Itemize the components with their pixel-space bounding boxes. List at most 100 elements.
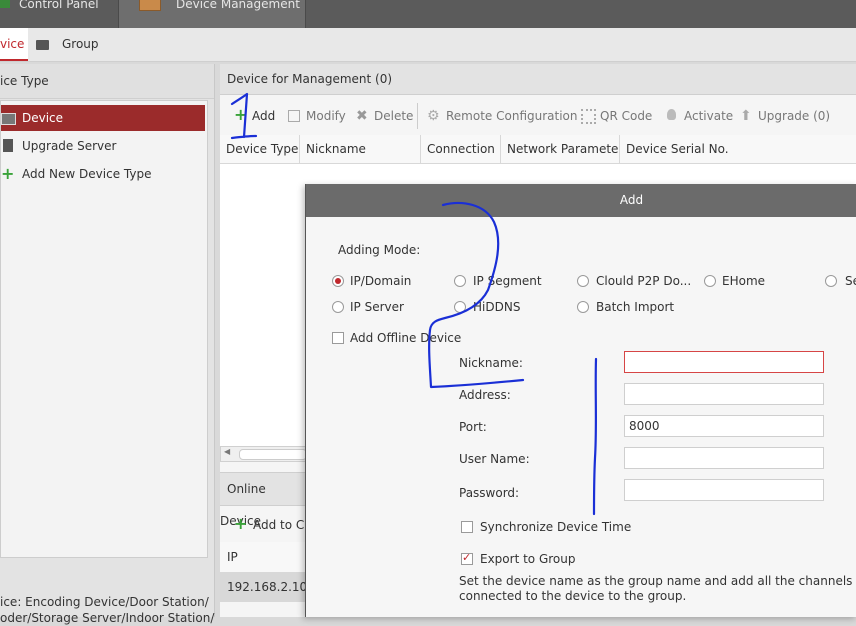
tab-control-panel[interactable]: Control Panel bbox=[0, 0, 112, 28]
device-type-item-upgrade-server[interactable]: Upgrade Server bbox=[1, 133, 205, 159]
radio[interactable] bbox=[454, 301, 466, 313]
address-label: Address: bbox=[459, 388, 511, 402]
column-label: Device Serial No. bbox=[626, 142, 729, 156]
synchronize-time-label: Synchronize Device Time bbox=[480, 520, 632, 534]
gear-icon: ⚙ bbox=[427, 108, 440, 124]
remote-configuration-button[interactable]: ⚙ Remote Configuration bbox=[427, 97, 578, 135]
add-button-label: Add bbox=[252, 109, 276, 123]
mode-batch-import-label: Batch Import bbox=[596, 300, 675, 314]
add-device-dialog: Add Adding Mode: IP/Domain IP Segment Cl… bbox=[305, 184, 856, 617]
device-management-icon bbox=[139, 0, 161, 11]
device-type-header: ice Type bbox=[0, 64, 214, 99]
column-ip[interactable]: IP bbox=[220, 550, 238, 564]
device-icon bbox=[1, 113, 16, 125]
checkbox[interactable] bbox=[332, 332, 344, 344]
mode-ip-segment-label: IP Segment bbox=[473, 274, 542, 288]
delete-button-label: Delete bbox=[374, 109, 414, 123]
radio[interactable] bbox=[454, 275, 466, 287]
radio[interactable] bbox=[577, 275, 589, 287]
horizontal-scrollbar[interactable]: ◀ bbox=[220, 446, 308, 462]
tab-device-management[interactable]: Device Management bbox=[118, 0, 306, 28]
column-label: Network Parameters bbox=[507, 142, 620, 156]
scroll-left-icon[interactable]: ◀ bbox=[224, 447, 230, 456]
device-type-note-line2: oder/Storage Server/Indoor Station/ bbox=[0, 611, 215, 625]
mode-cloud-p2p-label: Clould P2P Do... bbox=[596, 274, 692, 288]
online-device-toolbar: + Add to Cli bbox=[220, 508, 311, 542]
mode-ehome-label: EHome bbox=[722, 274, 766, 288]
export-note-line2: connected to the device to the group. bbox=[459, 589, 687, 603]
subtab-group-label: Group bbox=[62, 37, 99, 51]
port-input[interactable] bbox=[624, 415, 824, 437]
add-offline-device-label: Add Offline Device bbox=[350, 331, 462, 345]
checkbox-checked[interactable] bbox=[461, 551, 473, 565]
radio-selected[interactable] bbox=[332, 275, 344, 287]
column-network-parameters[interactable]: Network Parameters bbox=[501, 135, 620, 163]
device-type-item-device[interactable]: Device bbox=[1, 105, 205, 131]
device-type-note-line1: ice: Encoding Device/Door Station/ bbox=[0, 595, 209, 609]
folder-icon bbox=[36, 40, 49, 50]
column-device-type[interactable]: Device Type bbox=[220, 135, 300, 163]
activate-button[interactable]: Activate bbox=[666, 97, 733, 135]
column-device-serial[interactable]: Device Serial No. bbox=[620, 135, 856, 163]
column-nickname[interactable]: Nickname bbox=[300, 135, 421, 163]
add-button[interactable]: + Add bbox=[234, 97, 278, 135]
mode-hiddns-label: HiDDNS bbox=[473, 300, 521, 314]
export-to-group-note: Set the device name as the group name an… bbox=[459, 574, 852, 604]
delete-icon: ✖ bbox=[356, 108, 368, 124]
device-type-title: ice Type bbox=[0, 74, 49, 88]
radio[interactable] bbox=[825, 275, 837, 287]
dialog-title-bar[interactable]: Add bbox=[306, 184, 856, 217]
modify-button-label: Modify bbox=[306, 109, 346, 123]
radio[interactable] bbox=[332, 301, 344, 313]
device-for-management-header: Device for Management (0) bbox=[220, 64, 856, 95]
tab-control-panel-label: Control Panel bbox=[19, 0, 99, 11]
port-label: Port: bbox=[459, 420, 487, 434]
qr-code-label: QR Code bbox=[600, 109, 653, 123]
edit-icon bbox=[288, 110, 300, 122]
subtab-device[interactable]: vice bbox=[0, 28, 28, 61]
column-connection[interactable]: Connection ... bbox=[421, 135, 501, 163]
device-type-note: ice: Encoding Device/Door Station/ oder/… bbox=[0, 594, 214, 626]
device-table-header: Device Type Nickname Connection ... Netw… bbox=[220, 135, 856, 164]
radio[interactable] bbox=[704, 275, 716, 287]
column-label: Connection ... bbox=[427, 142, 500, 156]
device-type-item-label: Upgrade Server bbox=[22, 139, 117, 153]
toolbar-divider bbox=[417, 103, 418, 129]
upgrade-label: Upgrade (0) bbox=[758, 109, 831, 123]
password-input[interactable] bbox=[624, 479, 824, 501]
device-type-item-add-new[interactable]: + Add New Device Type bbox=[1, 161, 205, 187]
nickname-input[interactable] bbox=[624, 351, 824, 373]
upgrade-button[interactable]: ⬆ Upgrade (0) bbox=[740, 97, 830, 135]
column-label: Nickname bbox=[306, 142, 366, 156]
mode-ip-domain-label: IP/Domain bbox=[350, 274, 412, 288]
remote-configuration-label: Remote Configuration bbox=[446, 109, 578, 123]
export-note-line1: Set the device name as the group name an… bbox=[459, 574, 853, 588]
mode-se-label: Se bbox=[845, 274, 856, 288]
username-input[interactable] bbox=[624, 447, 824, 469]
password-label: Password: bbox=[459, 486, 520, 500]
table-row[interactable]: 192.168.2.100 bbox=[220, 572, 315, 602]
online-table-header: IP bbox=[220, 542, 306, 573]
qr-code-icon bbox=[581, 109, 596, 124]
radio[interactable] bbox=[577, 301, 589, 313]
plus-icon: + bbox=[234, 514, 248, 533]
address-input[interactable] bbox=[624, 383, 824, 405]
device-type-panel: ice Type Device Upgrade Server + Add New… bbox=[0, 64, 215, 625]
device-type-item-label: Device bbox=[22, 111, 64, 125]
column-label: Device Type bbox=[226, 142, 299, 156]
scroll-thumb[interactable] bbox=[239, 449, 307, 460]
modify-button[interactable]: Modify bbox=[288, 97, 346, 135]
add-to-client-button[interactable]: + Add to Cli bbox=[234, 508, 311, 542]
server-icon bbox=[3, 139, 13, 152]
checkbox[interactable] bbox=[461, 521, 473, 533]
qr-code-button[interactable]: QR Code bbox=[581, 97, 653, 135]
device-type-item-label: Add New Device Type bbox=[22, 167, 152, 181]
sub-tab-bar: vice Group bbox=[0, 28, 856, 62]
subtab-device-label: vice bbox=[0, 37, 25, 51]
lightbulb-icon bbox=[667, 109, 676, 120]
online-device-header: Online Device bbox=[220, 472, 306, 528]
adding-mode-label: Adding Mode: bbox=[338, 243, 421, 257]
device-for-management-title: Device for Management (0) bbox=[227, 72, 393, 86]
device-toolbar: + Add Modify ✖ Delete ⚙ Remote Configura… bbox=[220, 97, 856, 135]
delete-button[interactable]: ✖ Delete bbox=[356, 97, 414, 135]
